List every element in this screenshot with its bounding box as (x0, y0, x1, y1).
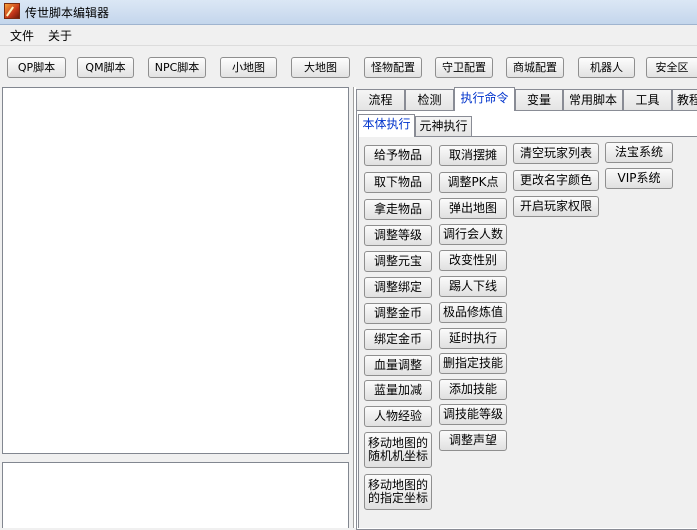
skill-level-button[interactable]: 调技能等级 (439, 404, 507, 425)
adjust-pk-button[interactable]: 调整PK点 (439, 172, 507, 193)
give-item-button[interactable]: 给予物品 (364, 145, 432, 166)
adjust-gold-button[interactable]: 调整金币 (364, 303, 432, 324)
tab-execute[interactable]: 执行命令 (454, 87, 515, 111)
tab-check[interactable]: 检测 (405, 89, 454, 110)
move-map-specified-button[interactable]: 移动地图的的指定坐标 (364, 474, 432, 510)
change-gender-button[interactable]: 改变性别 (439, 250, 507, 271)
adjust-bound-button[interactable]: 调整绑定 (364, 277, 432, 298)
char-exp-button[interactable]: 人物经验 (364, 406, 432, 427)
bigmap-button[interactable]: 大地图 (291, 57, 350, 78)
minimap-button[interactable]: 小地图 (220, 57, 277, 78)
sub-tabs: 本体执行 元神执行 (358, 114, 658, 137)
tab-flow[interactable]: 流程 (356, 89, 405, 110)
adjust-level-button[interactable]: 调整等级 (364, 225, 432, 246)
robot-button[interactable]: 机器人 (578, 57, 635, 78)
kick-player-button[interactable]: 踢人下线 (439, 276, 507, 297)
cancel-stall-button[interactable]: 取消摆摊 (439, 145, 507, 166)
player-permission-button[interactable]: 开启玩家权限 (513, 196, 599, 217)
remove-item-button[interactable]: 取下物品 (364, 172, 432, 193)
refine-value-button[interactable]: 极品修炼值 (439, 302, 507, 323)
subtab-spirit-execute[interactable]: 元神执行 (415, 116, 472, 136)
safe-zone-button[interactable]: 安全区 (646, 57, 697, 78)
output-pane[interactable] (2, 462, 349, 528)
menu-file[interactable]: 文件 (8, 27, 36, 44)
delay-execute-button[interactable]: 延时执行 (439, 328, 507, 349)
menu-bar: 文件 关于 (0, 25, 697, 46)
delete-skill-button[interactable]: 删指定技能 (439, 353, 507, 374)
adjust-prestige-button[interactable]: 调整声望 (439, 430, 507, 451)
splitter[interactable] (2, 455, 349, 461)
mp-adjust-button[interactable]: 蓝量加减 (364, 380, 432, 401)
vip-system-button[interactable]: VIP系统 (605, 168, 673, 189)
monster-config-button[interactable]: 怪物配置 (364, 57, 422, 78)
script-editor[interactable] (2, 87, 349, 454)
tab-variable[interactable]: 变量 (515, 89, 563, 110)
window-title: 传世脚本编辑器 (25, 6, 110, 20)
change-name-color-button[interactable]: 更改名字颜色 (513, 170, 599, 191)
clear-player-list-button[interactable]: 清空玩家列表 (513, 143, 599, 164)
treasure-system-button[interactable]: 法宝系统 (605, 142, 673, 163)
tab-common-scripts[interactable]: 常用脚本 (563, 89, 623, 110)
toolbar: QP脚本 QM脚本 NPC脚本 小地图 大地图 怪物配置 守卫配置 商城配置 机… (0, 46, 697, 86)
add-skill-button[interactable]: 添加技能 (439, 379, 507, 400)
guild-members-button[interactable]: 调行会人数 (439, 224, 507, 245)
npc-script-button[interactable]: NPC脚本 (148, 57, 206, 78)
qm-script-button[interactable]: QM脚本 (77, 57, 134, 78)
adjust-yuanbao-button[interactable]: 调整元宝 (364, 251, 432, 272)
title-bar: 传世脚本编辑器 (0, 0, 697, 25)
app-icon (4, 3, 20, 19)
subtab-self-execute[interactable]: 本体执行 (358, 114, 415, 137)
move-map-random-button[interactable]: 移动地图的随机机坐标 (364, 432, 432, 468)
qp-script-button[interactable]: QP脚本 (7, 57, 66, 78)
bound-gold-button[interactable]: 绑定金币 (364, 329, 432, 350)
shop-config-button[interactable]: 商城配置 (506, 57, 564, 78)
guard-config-button[interactable]: 守卫配置 (435, 57, 493, 78)
hp-adjust-button[interactable]: 血量调整 (364, 355, 432, 376)
tab-tools[interactable]: 工具 (623, 89, 672, 110)
main-tabs: 流程 检测 执行命令 变量 常用脚本 工具 教程 (356, 87, 697, 111)
menu-about[interactable]: 关于 (46, 27, 74, 44)
take-item-button[interactable]: 拿走物品 (364, 199, 432, 220)
popup-map-button[interactable]: 弹出地图 (439, 198, 507, 219)
tab-tutorial[interactable]: 教程 (672, 89, 697, 110)
